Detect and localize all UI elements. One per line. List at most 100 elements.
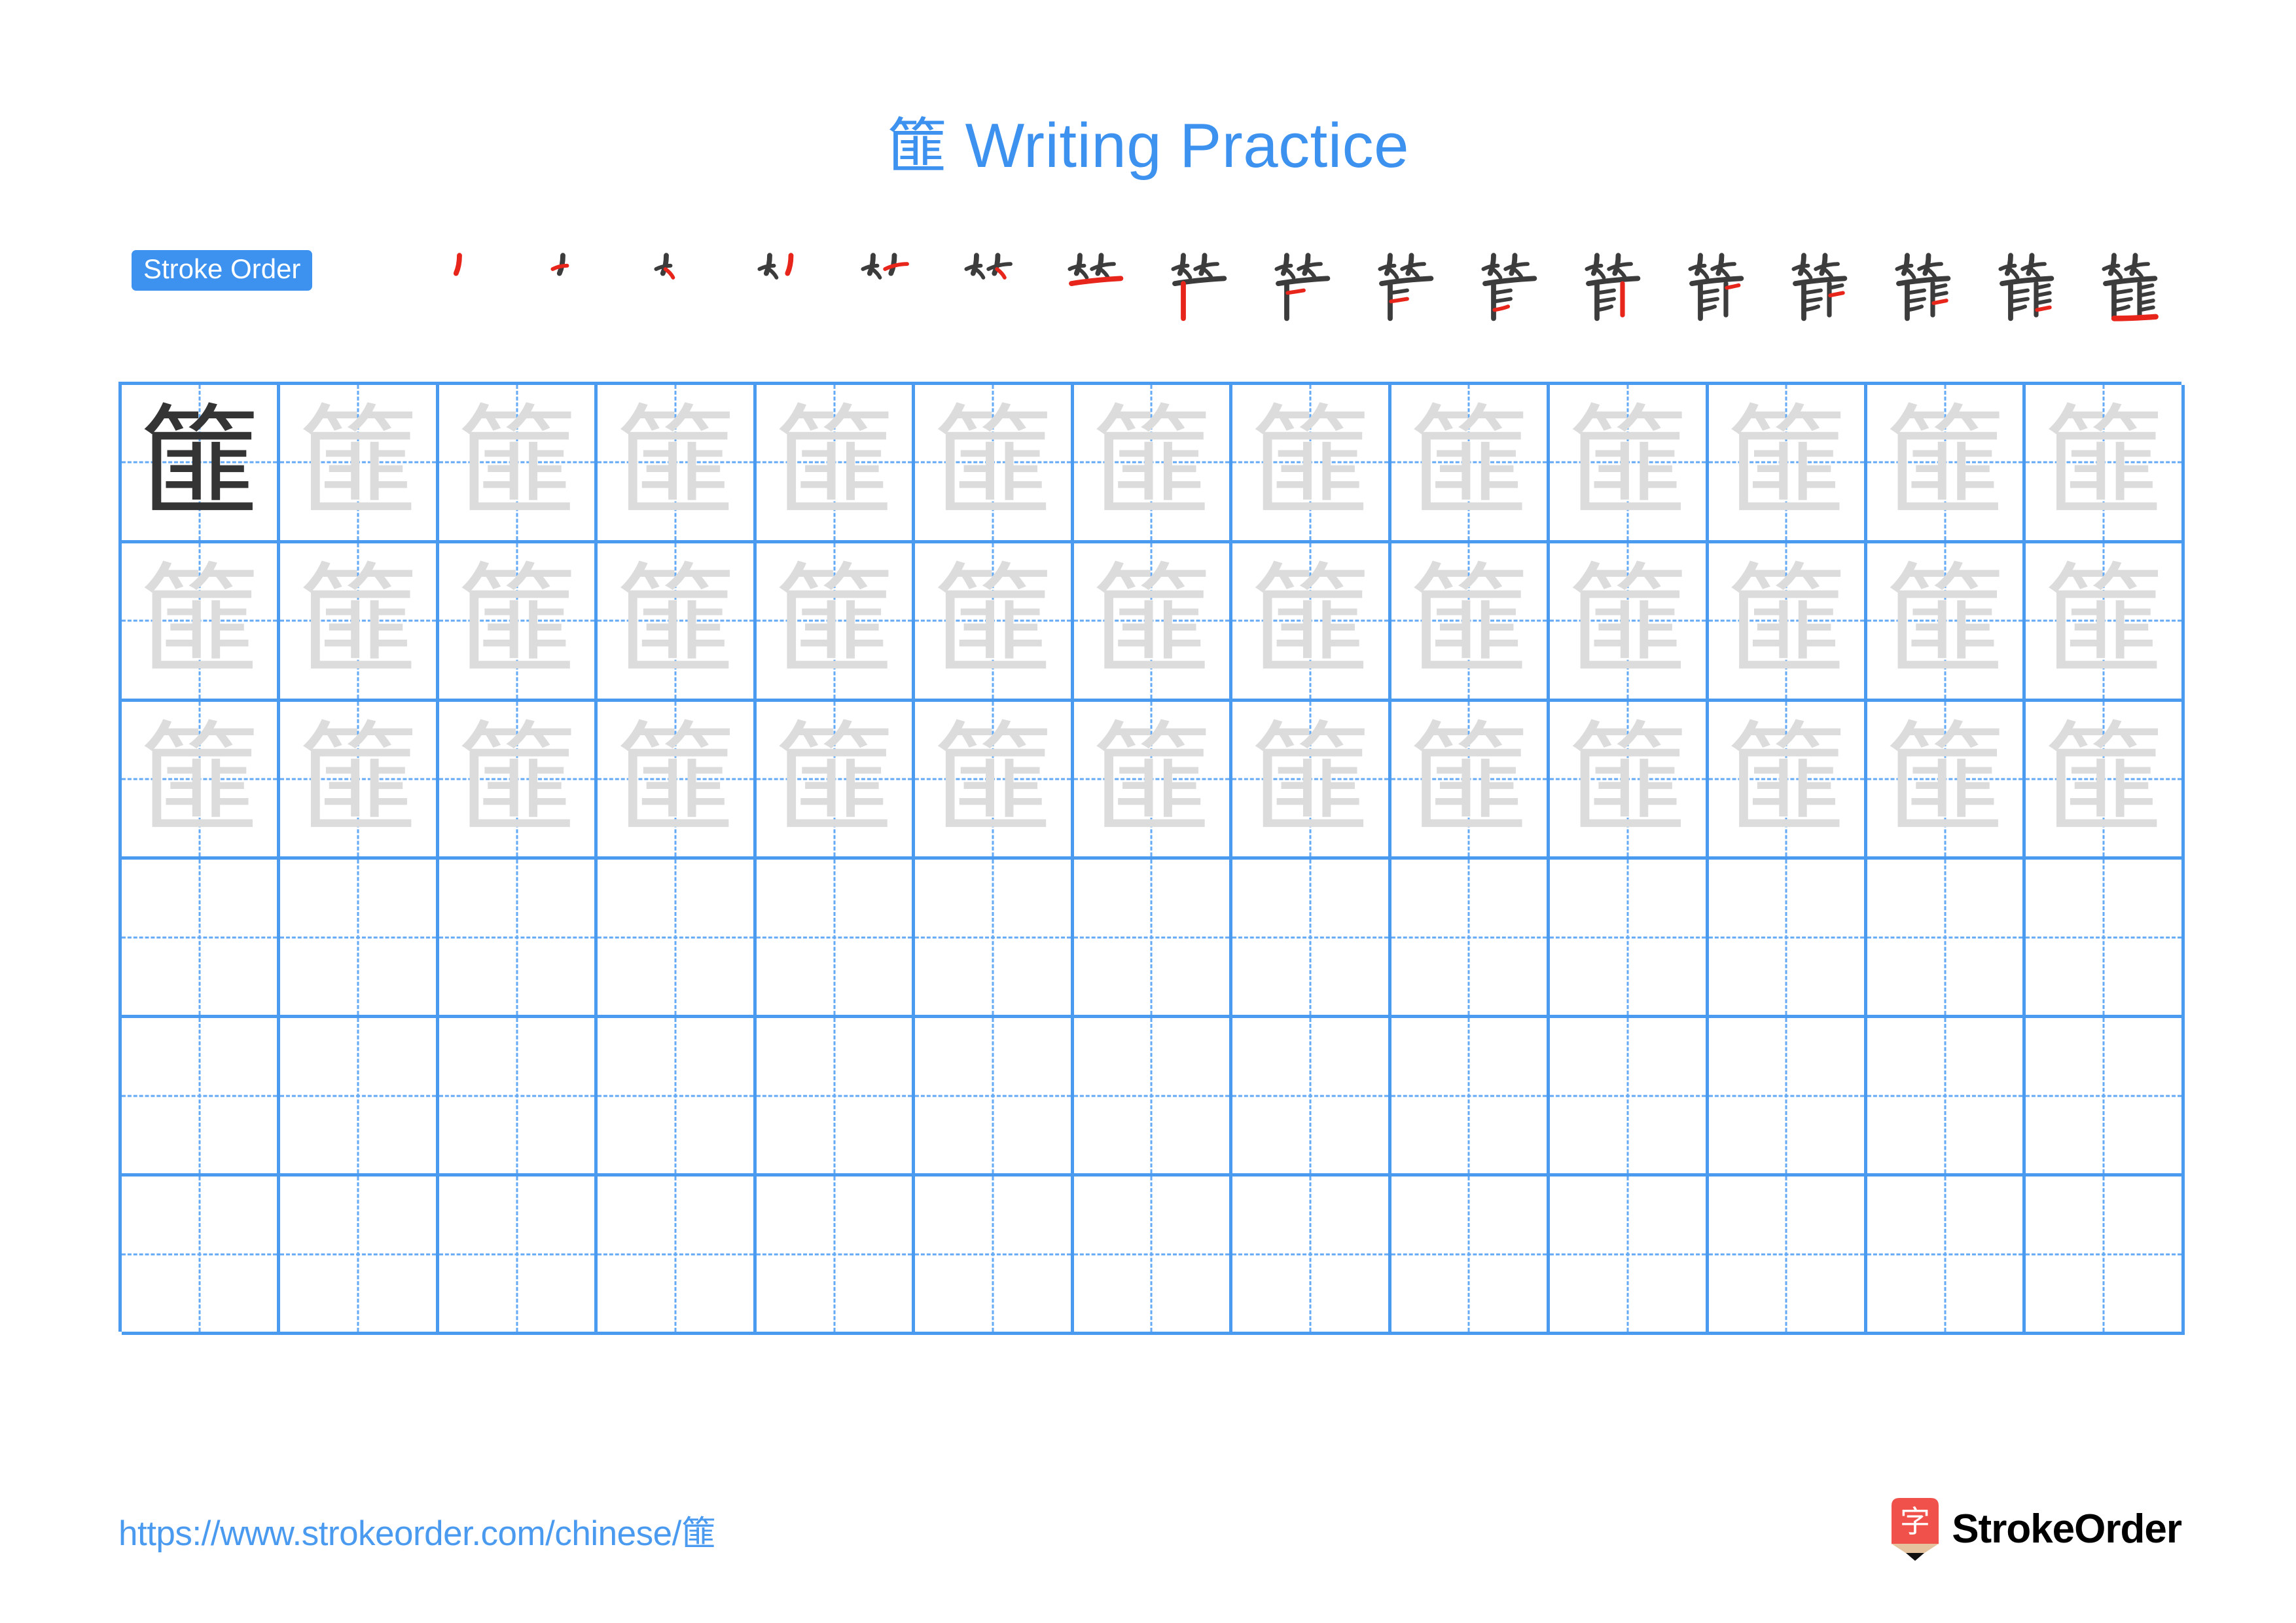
svg-text:字: 字 [1900,1504,1930,1539]
practice-grid-cell[interactable]: 篚 [756,701,916,860]
practice-grid-cell[interactable]: 篚 [1708,701,1867,860]
page-title: 篚 Writing Practice [0,110,2296,182]
stroke-step-14 [1769,244,1873,329]
practice-grid-cell[interactable] [1550,1018,1709,1177]
page-title-character: 篚 [886,111,948,181]
practice-grid-cell[interactable] [915,860,1074,1019]
practice-grid-cell[interactable]: 篚 [756,385,916,543]
practice-grid-cell[interactable]: 篚 [915,701,1074,860]
practice-grid-cell[interactable] [439,860,598,1019]
practice-grid-cell[interactable] [1232,1176,1391,1335]
practice-grid-cell[interactable] [2026,860,2185,1019]
practice-grid-cell[interactable] [598,1176,757,1335]
stroke-step-4 [735,244,838,329]
practice-grid-cell[interactable]: 篚 [439,385,598,543]
practice-grid-cell[interactable]: 篚 [2026,385,2185,543]
existing-stroke [1607,262,1633,271]
practice-grid-cell[interactable] [122,1018,281,1177]
practice-grid-cell[interactable]: 篚 [439,543,598,702]
practice-grid-cell[interactable]: 篚 [1391,543,1551,702]
practice-grid-cell[interactable]: 篚 [122,543,281,702]
practice-grid-cell[interactable]: 篚 [1232,701,1391,860]
practice-grid-cell[interactable] [598,1018,757,1177]
practice-grid-cell[interactable] [1232,860,1391,1019]
practice-grid-cell[interactable]: 篚 [2026,701,2185,860]
practice-grid-cell[interactable]: 篚 [1391,385,1551,543]
footer-url[interactable]: https://www.strokeorder.com/chinese/篚 [118,1506,716,1556]
practice-grid-cell[interactable] [756,1018,916,1177]
practice-grid-cell[interactable]: 篚 [280,385,439,543]
practice-grid-cell[interactable]: 篚 [915,385,1074,543]
practice-grid-cell[interactable]: 篚 [1867,543,2026,702]
trace-character: 篚 [456,549,578,691]
existing-stroke [1814,262,1840,271]
practice-grid-cell[interactable]: 篚 [439,701,598,860]
practice-grid-cell[interactable]: 篚 [1391,701,1551,860]
practice-grid-cell[interactable]: 篚 [1073,385,1233,543]
practice-grid-cell[interactable] [1708,860,1867,1019]
trace-character: 篚 [615,391,736,533]
practice-grid-cell[interactable]: 篚 [280,701,439,860]
existing-stroke [2138,283,2155,290]
practice-grid-cell[interactable] [122,860,281,1019]
existing-stroke [2029,267,2041,280]
practice-grid-cell[interactable] [280,860,439,1019]
practice-grid-cell[interactable]: 篚 [280,543,439,702]
practice-grid-cell[interactable] [1073,1018,1233,1177]
practice-grid-cell[interactable]: 篚 [1867,385,2026,543]
practice-grid-cell[interactable] [122,1176,281,1335]
practice-grid-cell[interactable]: 篚 [1708,385,1867,543]
practice-grid-cell[interactable]: 篚 [1708,543,1867,702]
practice-grid-cell[interactable] [280,1176,439,1335]
practice-grid-cell[interactable] [1867,1176,2026,1335]
practice-grid-cell[interactable] [439,1018,598,1177]
practice-grid-cell[interactable]: 篚 [598,701,757,860]
practice-grid-cell[interactable] [1550,860,1709,1019]
practice-grid-cell[interactable] [1073,860,1233,1019]
existing-stroke [1803,304,1821,312]
practice-grid-cell[interactable] [439,1176,598,1335]
practice-grid-cell[interactable] [915,1018,1074,1177]
existing-stroke [1596,297,1616,304]
practice-grid-cell[interactable] [2026,1018,2185,1177]
stroke-step-glyph [1481,253,1537,321]
trace-character: 篚 [1090,391,1212,533]
practice-grid-cell[interactable]: 篚 [756,543,916,702]
practice-grid-cell[interactable] [598,860,757,1019]
practice-grid-cell[interactable]: 篚 [1073,701,1233,860]
practice-grid-cell[interactable] [915,1176,1074,1335]
practice-grid-cell[interactable] [280,1018,439,1177]
practice-grid-cell[interactable]: 篚 [1550,543,1709,702]
practice-grid-cell[interactable]: 篚 [2026,543,2185,702]
practice-grid-cell[interactable] [1391,1176,1551,1335]
practice-grid-cell[interactable] [756,1176,916,1335]
practice-grid-cell[interactable] [1391,860,1551,1019]
practice-grid-cell[interactable]: 篚 [1550,385,1709,543]
practice-grid-cell[interactable]: 篚 [122,701,281,860]
practice-grid-cell[interactable]: 篚 [122,385,281,543]
practice-grid-cell[interactable] [756,860,916,1019]
practice-grid-cell[interactable]: 篚 [915,543,1074,702]
brand-logo-group[interactable]: 字 StrokeOrder [1892,1498,2182,1561]
existing-stroke [2035,299,2052,305]
practice-grid-cell[interactable]: 篚 [1232,385,1391,543]
existing-stroke [1926,267,1937,280]
practice-grid-cell[interactable] [1708,1176,1867,1335]
existing-stroke [1490,267,1503,280]
practice-grid-cell[interactable] [1708,1018,1867,1177]
practice-grid-cell[interactable] [1867,860,2026,1019]
practice-grid-cell[interactable]: 篚 [1867,701,2026,860]
practice-grid-cell[interactable] [1073,1176,1233,1335]
existing-stroke [1596,304,1614,312]
practice-grid-cell[interactable] [1232,1018,1391,1177]
practice-grid-cell[interactable]: 篚 [1073,543,1233,702]
practice-grid-cell[interactable] [1867,1018,2026,1177]
practice-grid-cell[interactable] [1391,1018,1551,1177]
practice-grid-cell[interactable]: 篚 [598,385,757,543]
trace-character: 篚 [774,708,895,850]
practice-grid-cell[interactable]: 篚 [1550,701,1709,860]
practice-grid-cell[interactable] [1550,1176,1709,1335]
practice-grid-cell[interactable]: 篚 [598,543,757,702]
practice-grid-cell[interactable] [2026,1176,2185,1335]
practice-grid-cell[interactable]: 篚 [1232,543,1391,702]
